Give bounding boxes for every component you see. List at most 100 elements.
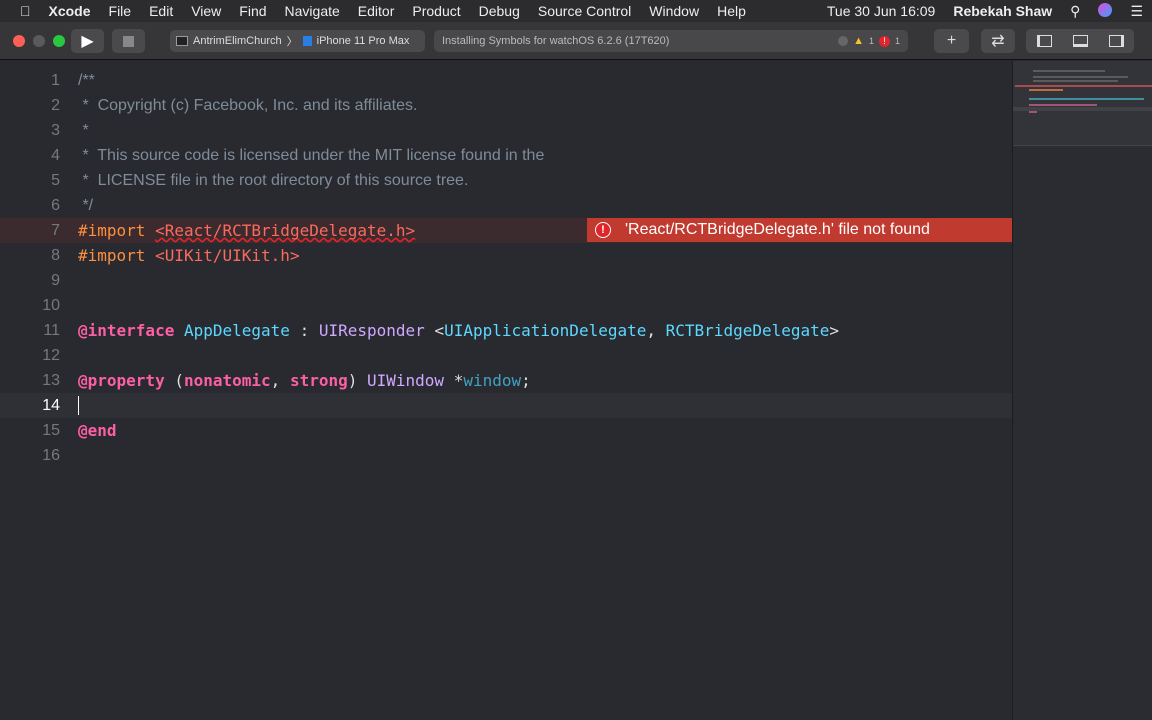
code-line: 16	[0, 443, 1012, 468]
protocol: RCTBridgeDelegate	[665, 321, 830, 340]
punct: *	[444, 371, 464, 390]
code-line: 1 /**	[0, 68, 1012, 93]
code-line: 9	[0, 268, 1012, 293]
code-line: 10	[0, 293, 1012, 318]
source-editor[interactable]: 1 /** 2 * Copyright (c) Facebook, Inc. an…	[0, 61, 1012, 720]
user-name[interactable]: Rebekah Shaw	[944, 3, 1061, 19]
type: UIResponder	[318, 321, 425, 340]
property-name: window	[463, 371, 522, 390]
line-number: 8	[51, 247, 60, 264]
code-line: 13 @property (nonatomic, strong) UIWindow…	[0, 368, 1012, 393]
class-name: AppDelegate	[183, 321, 290, 340]
plus-icon: +	[946, 32, 957, 49]
navigator-toggle-icon[interactable]	[1036, 35, 1052, 47]
code-line: 3 *	[0, 118, 1012, 143]
library-button[interactable]: +	[934, 29, 969, 53]
line-number: 13	[42, 372, 60, 389]
line-number: 2	[51, 97, 60, 114]
activity-status: Installing Symbols for watchOS 6.2.6 (17…	[442, 35, 670, 47]
code-line: 5 * LICENSE file in the root directory o…	[0, 168, 1012, 193]
punct: <	[424, 321, 445, 340]
line-number: 16	[42, 447, 60, 464]
error-icon[interactable]: !	[878, 35, 890, 47]
line-number: 6	[51, 197, 60, 214]
spotlight-search-icon[interactable]: ⚲	[1061, 3, 1089, 20]
comment: * Copyright (c) Facebook, Inc. and its a…	[78, 97, 418, 114]
line-number: 10	[42, 297, 60, 314]
error-count[interactable]: 1	[895, 36, 900, 46]
menu-source-control[interactable]: Source Control	[529, 3, 640, 19]
stop-button[interactable]	[112, 29, 145, 53]
punct: >	[829, 321, 840, 340]
chevron-right-icon: 〉	[286, 36, 298, 48]
directive: #import	[78, 221, 146, 240]
panel-toggles	[1026, 29, 1134, 53]
punct: (	[164, 371, 184, 390]
error-icon: !	[595, 222, 611, 238]
debug-area-toggle-icon[interactable]	[1072, 35, 1088, 47]
warning-count[interactable]: 1	[869, 36, 874, 46]
comment: /**	[78, 72, 95, 89]
menu-view[interactable]: View	[182, 3, 230, 19]
punct: ,	[646, 321, 666, 340]
comment: * LICENSE file in the root directory of …	[78, 172, 469, 189]
line-number: 1	[51, 72, 60, 89]
directive: #import	[78, 246, 146, 265]
comment: */	[78, 197, 94, 214]
stop-icon	[123, 35, 134, 47]
comment: * This source code is licensed under the…	[78, 147, 545, 164]
menu-app[interactable]: Xcode	[40, 3, 100, 19]
code-line: 2 * Copyright (c) Facebook, Inc. and its…	[0, 93, 1012, 118]
punct: ,	[270, 371, 290, 390]
line-number: 3	[51, 122, 60, 139]
close-window-button[interactable]	[13, 35, 25, 47]
notification-center-icon[interactable]: ☰	[1121, 3, 1152, 20]
zoom-window-button[interactable]	[53, 35, 65, 47]
menu-debug[interactable]: Debug	[470, 3, 529, 19]
scheme-selector[interactable]: AntrimElimChurch 〉 iPhone 11 Pro Max	[170, 30, 425, 52]
minimap[interactable]	[1012, 61, 1152, 720]
menu-product[interactable]: Product	[403, 3, 469, 19]
header-path: <UIKit/UIKit.h>	[155, 246, 300, 265]
code-line: 12	[0, 343, 1012, 368]
menu-bar:  Xcode File Edit View Find Navigate Edi…	[0, 0, 1152, 22]
error-annotation[interactable]: ! 'React/RCTBridgeDelegate.h' file not f…	[587, 218, 1012, 242]
warning-icon[interactable]: ▲	[853, 35, 864, 47]
code-line: 6 */	[0, 193, 1012, 218]
code-line: 4 * This source code is licensed under t…	[0, 143, 1012, 168]
apple-icon[interactable]: 	[0, 3, 40, 19]
text-cursor	[78, 396, 79, 415]
menu-edit[interactable]: Edit	[140, 3, 182, 19]
run-button[interactable]: ▶	[71, 29, 104, 53]
error-message: 'React/RCTBridgeDelegate.h' file not fou…	[625, 221, 930, 238]
scheme-device[interactable]: iPhone 11 Pro Max	[317, 35, 410, 47]
line-number: 4	[51, 147, 60, 164]
siri-icon[interactable]	[1089, 2, 1121, 20]
menu-editor[interactable]: Editor	[349, 3, 404, 19]
menu-help[interactable]: Help	[708, 3, 755, 19]
keyword: @property	[78, 371, 165, 390]
inspector-toggle-icon[interactable]	[1108, 35, 1124, 47]
clock[interactable]: Tue 30 Jun 16:09	[818, 3, 944, 19]
minimize-window-button[interactable]	[33, 35, 45, 47]
scheme-project[interactable]: AntrimElimChurch	[193, 35, 282, 47]
header-path: <React/RCTBridgeDelegate.h>	[155, 221, 416, 240]
code-line: 8 #import <UIKit/UIKit.h>	[0, 243, 1012, 268]
menu-navigate[interactable]: Navigate	[276, 3, 349, 19]
cancel-activity-icon[interactable]	[838, 36, 849, 46]
line-number: 14	[42, 397, 60, 414]
keyword: strong	[289, 371, 348, 390]
protocol: UIApplicationDelegate	[444, 321, 647, 340]
punct: ;	[521, 371, 531, 390]
activity-viewer: Installing Symbols for watchOS 6.2.6 (17…	[434, 30, 908, 52]
keyword: @end	[78, 421, 117, 440]
code-line: 15 @end	[0, 418, 1012, 443]
line-number: 5	[51, 172, 60, 189]
line-number: 9	[51, 272, 60, 289]
menu-find[interactable]: Find	[230, 3, 275, 19]
minimap-visible-region[interactable]	[1013, 61, 1152, 146]
code-review-button[interactable]: ⇄	[981, 29, 1015, 53]
line-number: 12	[42, 347, 60, 364]
menu-window[interactable]: Window	[640, 3, 708, 19]
menu-file[interactable]: File	[100, 3, 141, 19]
